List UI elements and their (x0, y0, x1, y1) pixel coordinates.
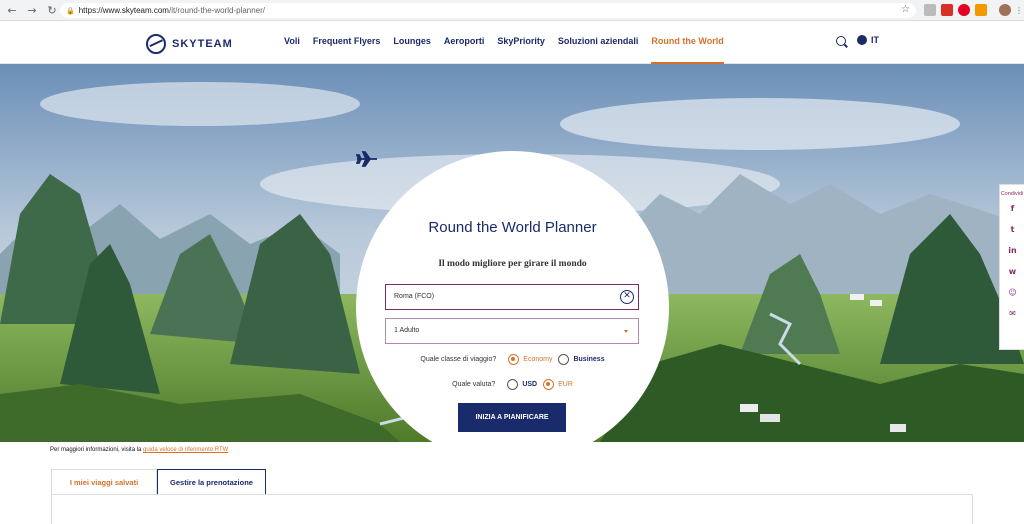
twitter-icon[interactable]: t (1000, 219, 1024, 240)
address-bar[interactable]: 🔒 https://www.skyteam.com/it/round-the-w… (60, 3, 916, 18)
origin-input[interactable]: Roma (FCO) ✕ (385, 284, 639, 310)
logo-text: SKYTEAM (172, 38, 233, 50)
menu-icon[interactable]: ⋮ (1013, 4, 1024, 16)
reload-icon[interactable]: ↻ (44, 2, 60, 18)
clear-icon[interactable]: ✕ (620, 290, 634, 304)
airplane-icon (356, 151, 377, 167)
origin-value: Roma (FCO) (394, 293, 435, 300)
extension-icon[interactable] (924, 4, 936, 16)
nav-aeroporti[interactable]: Aeroporti (444, 21, 485, 64)
caret-down-icon (624, 330, 628, 333)
class-question: Quale classe di viaggio? (420, 356, 497, 363)
eur-label: EUR (558, 381, 573, 388)
main-nav: Voli Frequent Flyers Lounges Aeroporti S… (284, 21, 737, 64)
radio-business[interactable] (558, 354, 570, 365)
nav-frequent-flyers[interactable]: Frequent Flyers (313, 21, 381, 64)
currency-radio-group: Quale valuta? USD EUR (356, 379, 669, 390)
skyteam-logo[interactable]: SKYTEAM (146, 34, 233, 54)
site-header: SKYTEAM Voli Frequent Flyers Lounges Aer… (0, 21, 1024, 64)
pinterest-icon[interactable] (958, 4, 970, 16)
radio-eur[interactable] (543, 379, 555, 390)
facebook-icon[interactable]: f (1000, 198, 1024, 219)
info-text: Per maggiori informazioni, visita la gui… (50, 447, 228, 453)
weibo-icon[interactable]: w (1000, 261, 1024, 282)
wechat-icon[interactable]: ☺ (1000, 282, 1024, 303)
radio-usd[interactable] (507, 379, 519, 390)
tab-manage-booking[interactable]: Gestire la prenotazione (157, 469, 266, 495)
share-label: Condividi (1000, 191, 1024, 197)
share-rail: Condividi f t in w ☺ ✉ (999, 184, 1024, 350)
passengers-select[interactable]: 1 Adulto (385, 318, 639, 344)
back-arrow-icon[interactable]: ← (4, 2, 20, 18)
forward-arrow-icon[interactable]: → (24, 2, 40, 18)
passengers-value: 1 Adulto (394, 327, 420, 334)
bookmark-star-icon[interactable]: ☆ (901, 4, 910, 15)
planner-subtitle: Il modo migliore per girare il mondo (438, 259, 587, 269)
language-selector[interactable]: IT (857, 35, 879, 45)
rtw-guide-link[interactable]: guida veloce di riferimento RTW (143, 447, 228, 453)
skyteam-logo-icon (146, 34, 166, 54)
url-path: /it/round-the-world-planner/ (168, 6, 266, 15)
language-label: IT (871, 35, 879, 45)
nav-round-the-world[interactable]: Round the World (651, 21, 724, 64)
tab-saved-trips[interactable]: I miei viaggi salvati (51, 469, 157, 495)
planner-title: Round the World Planner (428, 219, 597, 236)
extension-icon[interactable] (975, 4, 987, 16)
nav-voli[interactable]: Voli (284, 21, 300, 64)
hero-image: Round the World Planner Il modo migliore… (0, 64, 1024, 442)
start-planning-button[interactable]: INIZIA A PIANIFICARE (458, 403, 566, 432)
radio-economy[interactable] (508, 354, 520, 365)
url-domain: https://www.skyteam.com (78, 6, 169, 15)
flipboard-icon[interactable] (941, 4, 953, 16)
nav-soluzioni-aziendali[interactable]: Soluzioni aziendali (558, 21, 639, 64)
currency-question: Quale valuta? (452, 381, 496, 388)
lock-icon: 🔒 (66, 6, 75, 15)
browser-toolbar: ← → ↻ 🔒 https://www.skyteam.com/it/round… (0, 0, 1024, 21)
class-radio-group: Quale classe di viaggio? Economy Busines… (356, 354, 669, 365)
linkedin-icon[interactable]: in (1000, 240, 1024, 261)
info-prefix: Per maggiori informazioni, visita la (50, 447, 142, 453)
tab-panel (51, 494, 973, 524)
economy-label: Economy (523, 356, 553, 363)
nav-skypriority[interactable]: SkyPriority (497, 21, 545, 64)
business-label: Business (573, 356, 605, 363)
email-icon[interactable]: ✉ (1000, 303, 1024, 324)
profile-avatar[interactable] (999, 4, 1011, 16)
nav-lounges[interactable]: Lounges (393, 21, 431, 64)
globe-icon (857, 35, 867, 45)
usd-label: USD (522, 381, 538, 388)
search-icon[interactable] (836, 36, 846, 46)
